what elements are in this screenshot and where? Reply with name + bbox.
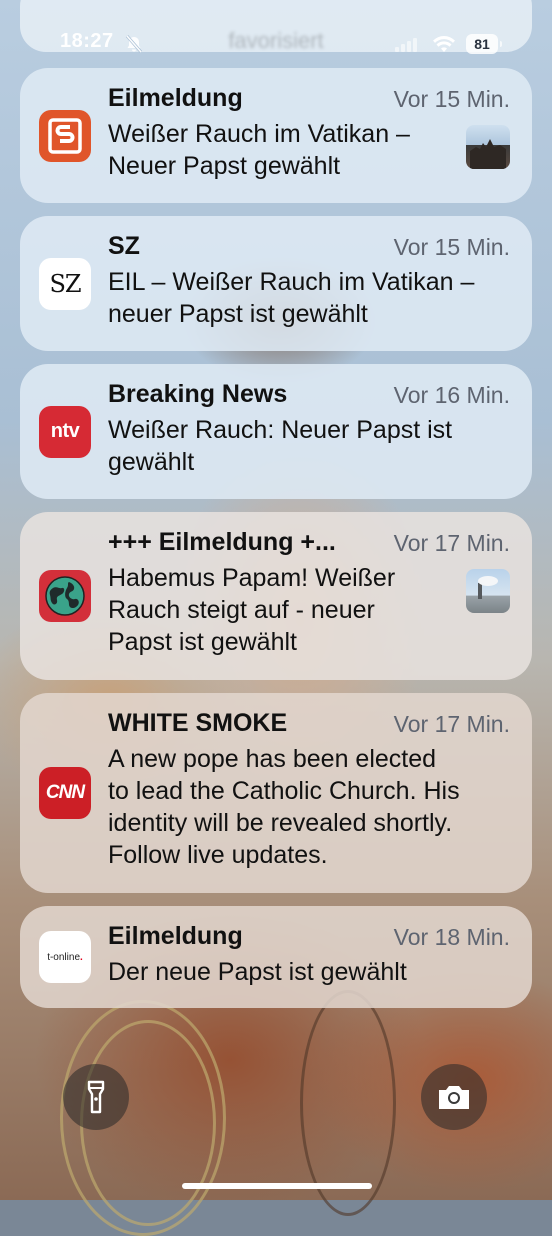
- cellular-signal-icon: [395, 36, 417, 52]
- notification-body-line: Follow live updates.: [108, 841, 328, 869]
- notification-t-online[interactable]: t-online. Eilmeldung Vor 18 Min. Der neu…: [20, 906, 532, 1008]
- notification-time: Vor 18 Min.: [393, 924, 510, 950]
- notification-body-line: neuer Papst ist gewählt: [108, 300, 368, 328]
- bell-slash-icon: [125, 35, 143, 53]
- notification-title: Eilmeldung: [108, 922, 243, 950]
- camera-button[interactable]: [421, 1064, 487, 1130]
- camera-icon: [439, 1086, 469, 1109]
- notification-time: Vor 17 Min.: [393, 711, 510, 737]
- home-indicator[interactable]: [182, 1183, 372, 1189]
- notification-body: Weißer Rauch: Neuer Papst ist gewählt: [108, 414, 452, 478]
- notification-title: Eilmeldung: [108, 84, 243, 112]
- notification-thumbnail: [466, 125, 510, 169]
- status-time: 18:27: [60, 30, 114, 52]
- notification-title: Breaking News: [108, 380, 288, 408]
- notification-body-line: Weißer Rauch im Vatikan –: [108, 120, 410, 148]
- notification-title: SZ: [108, 232, 140, 260]
- notification-body-line: to lead the Catholic Church. His: [108, 777, 460, 805]
- notification-body: EIL – Weißer Rauch im Vatikan – neuer Pa…: [108, 266, 474, 330]
- globe-app-icon: [39, 570, 91, 622]
- notification-body-line: Papst ist gewählt: [108, 628, 297, 656]
- notification-title: WHITE SMOKE: [108, 709, 288, 737]
- notification-body-line: Der neue Papst ist gewählt: [108, 958, 407, 986]
- notification-time: Vor 15 Min.: [393, 86, 510, 112]
- wifi-icon: [433, 36, 455, 52]
- notification-sz[interactable]: SZ SZ Vor 15 Min. EIL – Weißer Rauch im …: [20, 216, 532, 351]
- notification-title: +++ Eilmeldung +...: [108, 528, 336, 556]
- notification-body-line: Weißer Rauch: Neuer Papst ist: [108, 416, 453, 444]
- notification-body-line: A new pope has been elected: [108, 745, 437, 773]
- notification-body: Habemus Papam! Weißer Rauch steigt auf -…: [108, 562, 395, 658]
- t-online-app-icon: t-online.: [39, 931, 91, 983]
- notification-body-line: EIL – Weißer Rauch im Vatikan –: [108, 268, 475, 296]
- notification-body: A new pope has been elected to lead the …: [108, 743, 460, 871]
- notification-time: Vor 16 Min.: [393, 382, 510, 408]
- ntv-app-icon: ntv: [39, 405, 91, 458]
- battery-icon: 81: [466, 34, 502, 54]
- sz-app-icon: SZ: [39, 257, 91, 310]
- notification-eilmeldung-globe[interactable]: +++ Eilmeldung +... Vor 17 Min. Habemus …: [20, 512, 532, 680]
- notification-ntv[interactable]: ntv Breaking News Vor 16 Min. Weißer Rau…: [20, 364, 532, 499]
- cnn-app-icon: CNN: [39, 767, 91, 819]
- notification-body-line: Neuer Papst gewählt: [108, 152, 341, 180]
- notification-eilmeldung-s[interactable]: Eilmeldung Vor 15 Min. Weißer Rauch im V…: [20, 68, 532, 203]
- notification-body-line: gewählt: [108, 448, 195, 476]
- notification-thumbnail: [466, 569, 510, 613]
- notification-cnn[interactable]: CNN WHITE SMOKE Vor 17 Min. A new pope h…: [20, 693, 532, 893]
- notification-body-line: identity will be revealed shortly.: [108, 809, 453, 837]
- flashlight-button[interactable]: [63, 1064, 129, 1130]
- flashlight-icon: [87, 1080, 105, 1114]
- notification-body-line: Rauch steigt auf - neuer: [108, 596, 375, 624]
- notification-body-line: Habemus Papam! Weißer: [108, 564, 396, 592]
- notification-time: Vor 15 Min.: [393, 234, 510, 260]
- notification-body: Der neue Papst ist gewählt: [108, 956, 407, 988]
- battery-level: 81: [474, 36, 490, 52]
- notification-body: Weißer Rauch im Vatikan – Neuer Papst ge…: [108, 118, 410, 182]
- s-app-icon: [39, 109, 91, 162]
- notification-time: Vor 17 Min.: [393, 530, 510, 556]
- status-bar: 18:27 81: [0, 28, 552, 62]
